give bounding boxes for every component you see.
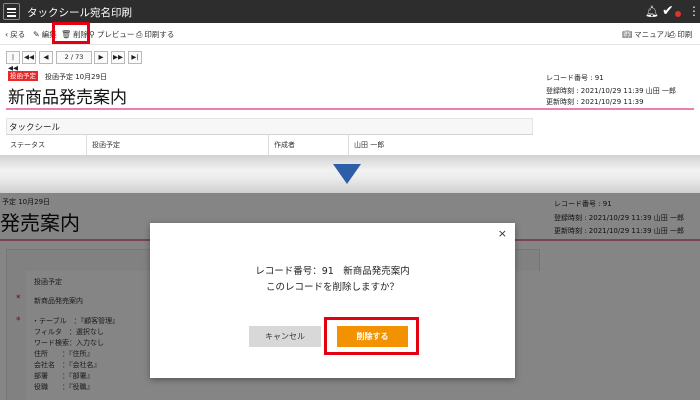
- more-menu-icon[interactable]: ⋮: [688, 4, 700, 18]
- record-title: 新商品発売案内: [8, 88, 127, 108]
- pencil-icon: ✎: [33, 30, 40, 39]
- preview-button[interactable]: ⚲ プレビュー: [89, 29, 134, 40]
- back-label: 戻る: [10, 30, 26, 39]
- print-right-label: 印刷: [677, 30, 693, 39]
- highlight-delete-button: [52, 22, 90, 44]
- back-button[interactable]: ‹ 戻る: [5, 29, 25, 40]
- manual-label: マニュアル: [634, 30, 672, 39]
- status-badge: 投函予定: [8, 71, 38, 81]
- cell-divider: [348, 135, 349, 155]
- cell-divider: [86, 135, 87, 155]
- dialog-message-question: このレコードを削除しますか？: [265, 282, 399, 293]
- notification-dot: [675, 11, 681, 17]
- book-icon: 📖︎: [622, 30, 633, 39]
- hamburger-menu-icon[interactable]: [3, 3, 20, 20]
- preview-label: プレビュー: [96, 30, 135, 39]
- next-fast-button[interactable]: ▶▶: [111, 51, 125, 64]
- page-indicator[interactable]: 2 / 73: [56, 51, 92, 64]
- last-record-button[interactable]: ▶|: [128, 51, 142, 64]
- chevron-left-icon: ‹: [5, 30, 9, 39]
- status-label: ステータス: [10, 141, 45, 149]
- status-value: 投函予定: [92, 141, 120, 149]
- close-icon[interactable]: ×: [498, 227, 507, 240]
- check-icon[interactable]: ✔: [662, 3, 674, 19]
- first-record-button[interactable]: |◀◀: [6, 51, 20, 72]
- cancel-button[interactable]: キャンセル: [249, 326, 321, 347]
- app-title: タックシール宛名印刷: [27, 7, 132, 19]
- cell-divider: [268, 135, 269, 155]
- app-header: タックシール宛名印刷 🔔︎ ✔ ⋮: [0, 0, 700, 23]
- prev-button[interactable]: ◀: [39, 51, 53, 64]
- arrow-down-icon: [333, 164, 361, 184]
- record-number: レコード番号 : 91: [546, 74, 604, 82]
- created-time: 登録時刻 : 2021/10/29 11:39 山田 一郎: [546, 87, 677, 95]
- next-button[interactable]: ▶: [94, 51, 108, 64]
- print-label: 印刷する: [144, 30, 175, 39]
- mail-date: 投函予定 10月29日: [45, 73, 108, 81]
- printer-icon: ⎙: [669, 30, 676, 39]
- section-title: タックシール: [9, 123, 61, 133]
- bell-icon[interactable]: 🔔︎: [645, 5, 659, 18]
- updated-time: 更新時刻 : 2021/10/29 11:39: [546, 98, 644, 106]
- title-divider: [6, 108, 694, 110]
- author-value: 山田 一郎: [354, 141, 385, 149]
- highlight-confirm-button: [324, 317, 419, 355]
- print-right-button[interactable]: ⎙ 印刷: [669, 29, 692, 40]
- toolbar: ‹ 戻る ✎ 編集 🗑︎ 削除 ⚲ プレビュー ⎙ 印刷する 📖︎ マニュアル ⎙ 印刷: [0, 23, 700, 45]
- author-label: 作成者: [274, 141, 295, 149]
- dialog-message-record: レコード番号：91 新商品発売案内: [255, 266, 410, 277]
- manual-button[interactable]: 📖︎ マニュアル: [622, 29, 671, 40]
- print-button[interactable]: ⎙ 印刷する: [136, 29, 174, 40]
- printer-icon: ⎙: [136, 30, 143, 39]
- prev-fast-button[interactable]: ◀◀: [22, 51, 36, 64]
